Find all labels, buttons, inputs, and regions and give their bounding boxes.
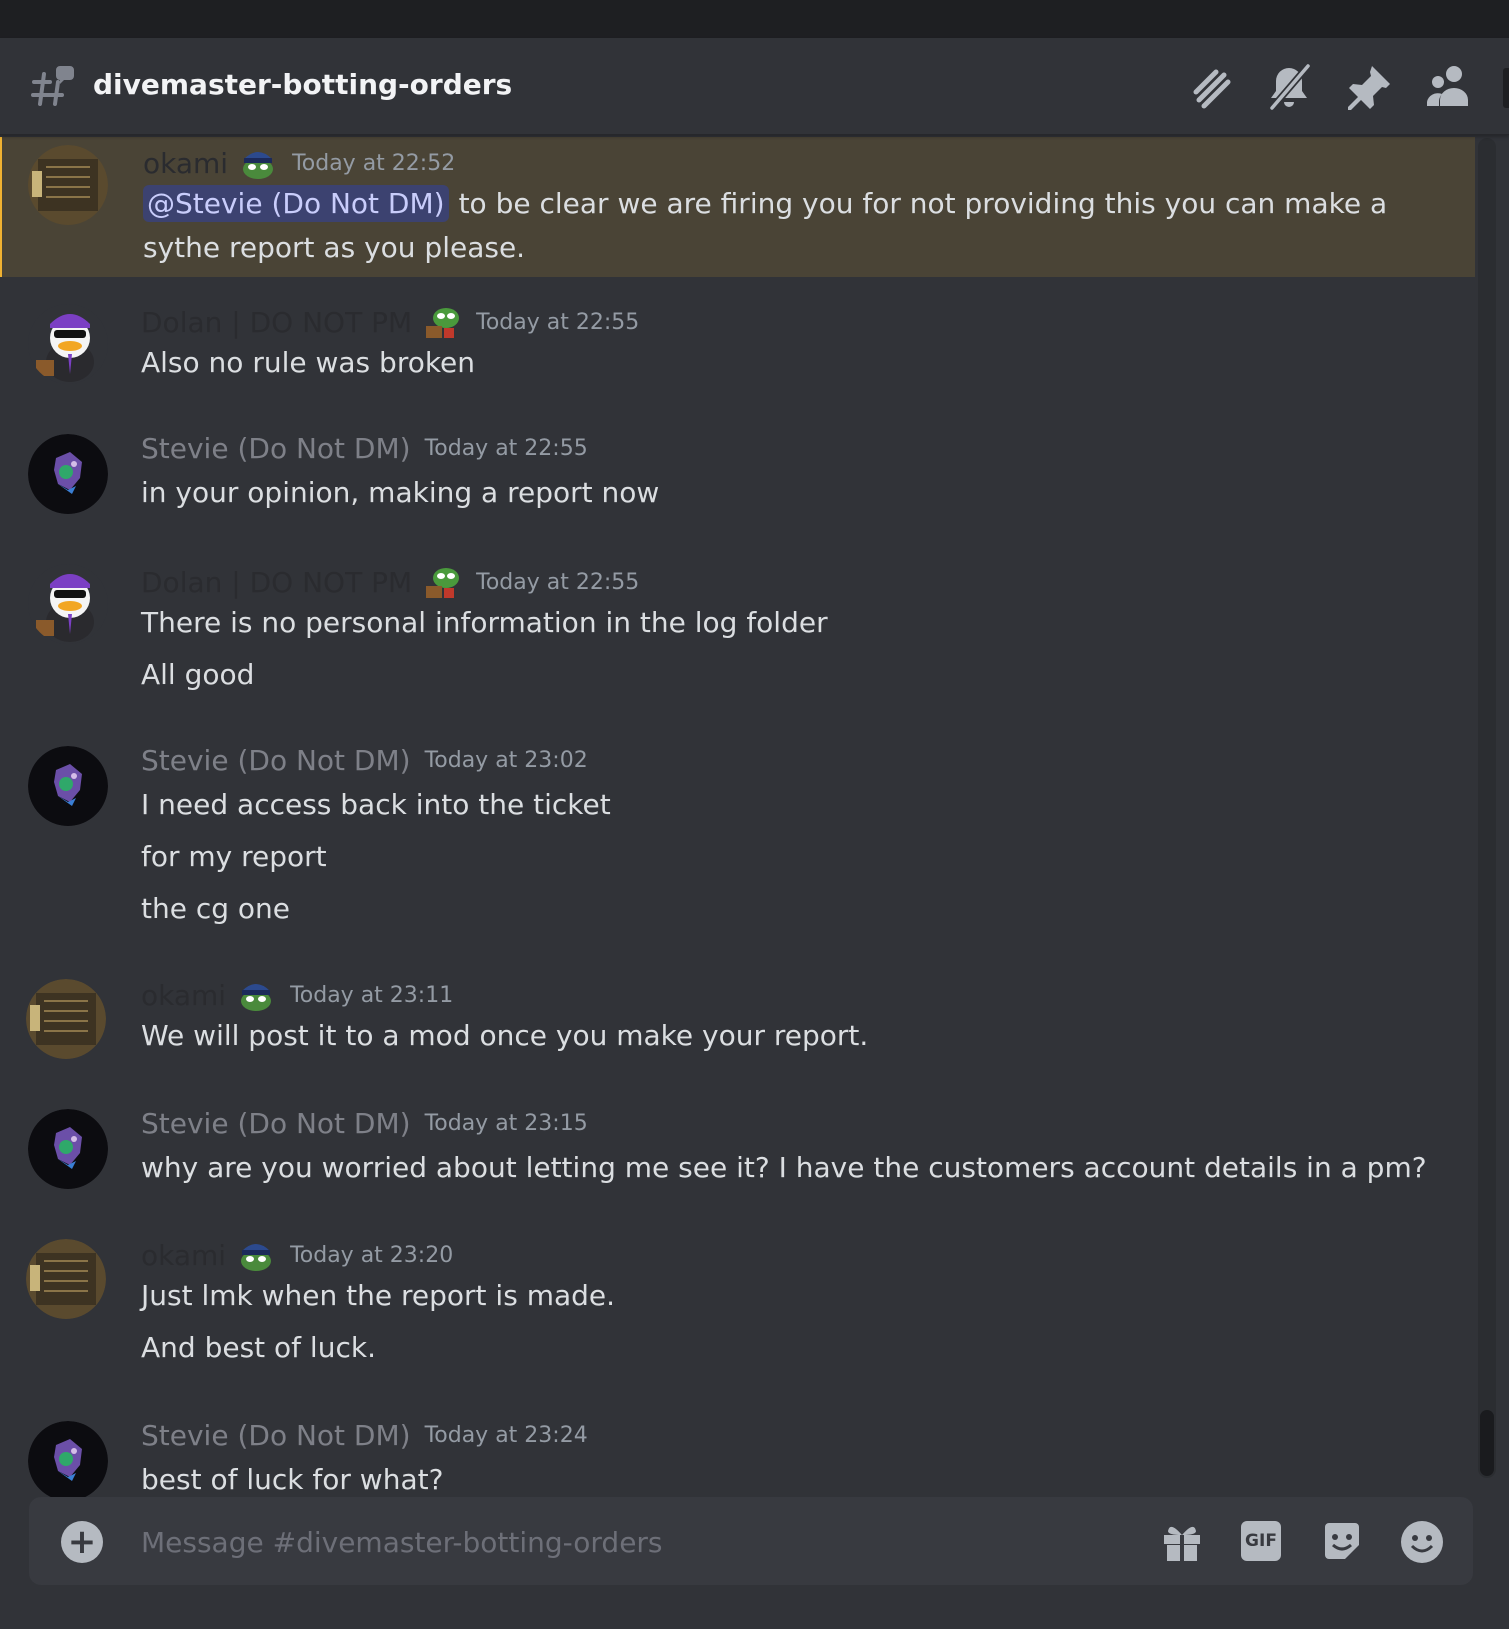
username[interactable]: okami (143, 147, 228, 180)
message-line: sythe report as you please. (143, 231, 526, 264)
scrollbar-thumb[interactable] (1480, 1410, 1494, 1476)
avatar-okami[interactable] (26, 979, 106, 1059)
timestamp: Today at 23:15 (424, 1111, 588, 1136)
members-icon[interactable] (1424, 62, 1474, 112)
avatar-stevie[interactable] (28, 746, 108, 826)
pepe-chest-badge-icon (426, 308, 460, 338)
message-input[interactable] (139, 1515, 1083, 1569)
message-group[interactable]: Dolan | DO NOT PM Today at 22:55 There i… (0, 560, 1473, 710)
message-line: Also no rule was broken (141, 346, 476, 379)
pepe-police-badge-icon (241, 984, 272, 1011)
username[interactable]: okami (141, 979, 226, 1012)
threads-icon[interactable] (1184, 62, 1234, 112)
username[interactable]: okami (141, 1239, 226, 1272)
timestamp: Today at 22:55 (476, 309, 640, 335)
username[interactable]: Dolan | DO NOT PM (141, 306, 412, 339)
gift-icon[interactable] (1159, 1519, 1205, 1565)
message-list[interactable]: okami Today at 22:52 @Stevie (Do Not DM)… (0, 135, 1475, 1499)
message-line: Just lmk when the report is made. (141, 1279, 616, 1312)
avatar-okami[interactable] (26, 1239, 106, 1319)
message-line: @Stevie (Do Not DM) to be clear we are fi… (143, 185, 1387, 222)
pepe-police-badge-icon (243, 152, 274, 179)
message-line: We will post it to a mod once you make y… (141, 1019, 869, 1052)
timestamp: Today at 23:02 (424, 748, 588, 773)
message-group[interactable]: Stevie (Do Not DM) Today at 22:55 in you… (0, 430, 1473, 530)
message-line: And best of luck. (141, 1331, 376, 1364)
add-attachment-button[interactable]: + (61, 1521, 103, 1563)
window-top-bar (0, 0, 1509, 38)
message-group-highlighted[interactable]: okami Today at 22:52 @Stevie (Do Not DM)… (0, 137, 1475, 277)
avatar-stevie[interactable] (28, 1109, 108, 1189)
avatar-dolan[interactable] (28, 304, 108, 384)
message-line: the cg one (141, 892, 291, 925)
message-group[interactable]: Dolan | DO NOT PM Today at 22:55 Also no… (0, 300, 1473, 400)
message-composer: + GIF (29, 1497, 1473, 1585)
pin-icon[interactable] (1344, 62, 1394, 112)
username[interactable]: Stevie (Do Not DM) (141, 1419, 411, 1452)
timestamp: Today at 22:52 (292, 150, 456, 176)
user-mention[interactable]: @Stevie (Do Not DM) (143, 185, 449, 222)
username[interactable]: Stevie (Do Not DM) (141, 1107, 411, 1140)
message-line: best of luck for what? (141, 1463, 444, 1496)
header-edge (1503, 68, 1509, 108)
message-line: I need access back into the ticket (141, 788, 611, 821)
timestamp: Today at 23:20 (290, 1242, 454, 1268)
emoji-icon[interactable] (1399, 1519, 1445, 1565)
message-group[interactable]: Stevie (Do Not DM) Today at 23:24 best o… (0, 1417, 1473, 1499)
message-group[interactable]: okami Today at 23:11 We will post it to … (0, 975, 1473, 1075)
avatar-stevie[interactable] (28, 434, 108, 514)
text-channel-thread-icon (31, 66, 74, 106)
message-line: why are you worried about letting me see… (141, 1151, 1427, 1184)
message-group[interactable]: okami Today at 23:20 Just lmk when the r… (0, 1235, 1473, 1385)
timestamp: Today at 22:55 (424, 436, 588, 461)
avatar-dolan[interactable] (28, 564, 108, 644)
timestamp: Today at 22:55 (476, 569, 640, 595)
pepe-police-badge-icon (241, 1244, 272, 1271)
channel-title: divemaster-botting-orders (93, 68, 513, 101)
message-line: in your opinion, making a report now (141, 476, 660, 509)
timestamp: Today at 23:11 (290, 982, 454, 1008)
message-line: All good (141, 658, 255, 691)
gif-button[interactable]: GIF (1241, 1521, 1281, 1561)
avatar-stevie[interactable] (28, 1421, 108, 1499)
username[interactable]: Stevie (Do Not DM) (141, 744, 411, 777)
message-scrollbar[interactable] (1478, 138, 1496, 1478)
username[interactable]: Stevie (Do Not DM) (141, 432, 411, 465)
message-line: for my report (141, 840, 327, 873)
channel-header: divemaster-botting-orders (0, 38, 1509, 135)
pepe-chest-badge-icon (426, 568, 460, 598)
avatar-okami[interactable] (28, 145, 108, 225)
mute-bell-icon[interactable] (1264, 62, 1314, 112)
message-group[interactable]: Stevie (Do Not DM) Today at 23:15 why ar… (0, 1105, 1473, 1205)
message-line: There is no personal information in the … (141, 606, 828, 639)
timestamp: Today at 23:24 (424, 1423, 588, 1448)
username[interactable]: Dolan | DO NOT PM (141, 566, 412, 599)
message-group[interactable]: Stevie (Do Not DM) Today at 23:02 I need… (0, 742, 1473, 952)
sticker-icon[interactable] (1319, 1519, 1365, 1565)
